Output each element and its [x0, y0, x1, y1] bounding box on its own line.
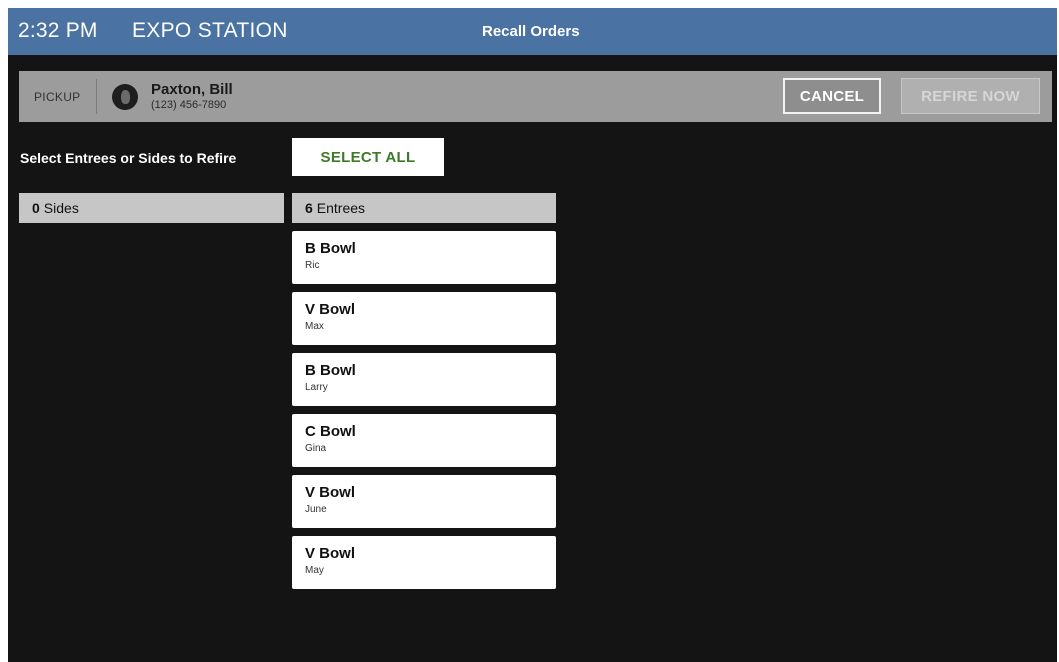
sides-label: Sides — [43, 200, 79, 216]
cancel-button[interactable]: CANCEL — [783, 78, 881, 114]
entree-item-name: V Bowl — [305, 301, 356, 318]
page-title: Recall Orders — [482, 23, 580, 40]
entree-guest-name: May — [305, 565, 324, 576]
entree-card[interactable]: V Bowl May — [292, 536, 556, 589]
station-name: EXPO STATION — [132, 19, 288, 42]
refire-instruction: Select Entrees or Sides to Refire — [20, 150, 237, 166]
sides-column-header[interactable]: 0 Sides — [19, 193, 284, 223]
entree-guest-name: Gina — [305, 443, 327, 454]
person-icon — [112, 84, 138, 110]
entree-guest-name: June — [305, 504, 327, 515]
entree-list: B Bowl Ric V Bowl Max B Bowl Larry C Bow… — [292, 231, 556, 597]
entree-guest-name: Larry — [305, 382, 328, 393]
entree-item-name: V Bowl — [305, 545, 356, 562]
entrees-label: Entrees — [316, 200, 366, 216]
entrees-count: 6 — [305, 200, 313, 216]
entrees-column-header[interactable]: 6 Entrees — [292, 193, 556, 223]
entree-guest-name: Ric — [305, 260, 320, 271]
entree-card[interactable]: B Bowl Ric — [292, 231, 556, 284]
entree-item-name: B Bowl — [305, 362, 356, 379]
entree-item-name: B Bowl — [305, 240, 356, 257]
divider — [96, 79, 97, 114]
sides-count: 0 — [32, 200, 40, 216]
order-type-label: PICKUP — [34, 90, 81, 104]
customer-bar: PICKUP Paxton, Bill (123) 456-7890 CANCE… — [19, 71, 1052, 122]
clock-time: 2:32 PM — [18, 19, 98, 42]
top-bar: 2:32 PM EXPO STATION Recall Orders — [8, 8, 1057, 55]
entree-guest-name: Max — [305, 321, 324, 332]
refire-now-button[interactable]: REFIRE NOW — [901, 78, 1040, 114]
entree-item-name: V Bowl — [305, 484, 356, 501]
customer-phone: (123) 456-7890 — [151, 99, 227, 111]
entree-card[interactable]: C Bowl Gina — [292, 414, 556, 467]
entree-card[interactable]: B Bowl Larry — [292, 353, 556, 406]
entree-item-name: C Bowl — [305, 423, 356, 440]
customer-name: Paxton, Bill — [151, 81, 233, 98]
entree-card[interactable]: V Bowl June — [292, 475, 556, 528]
expo-screen: 2:32 PM EXPO STATION Recall Orders PICKU… — [8, 8, 1057, 662]
entree-card[interactable]: V Bowl Max — [292, 292, 556, 345]
select-all-button[interactable]: SELECT ALL — [292, 138, 444, 176]
